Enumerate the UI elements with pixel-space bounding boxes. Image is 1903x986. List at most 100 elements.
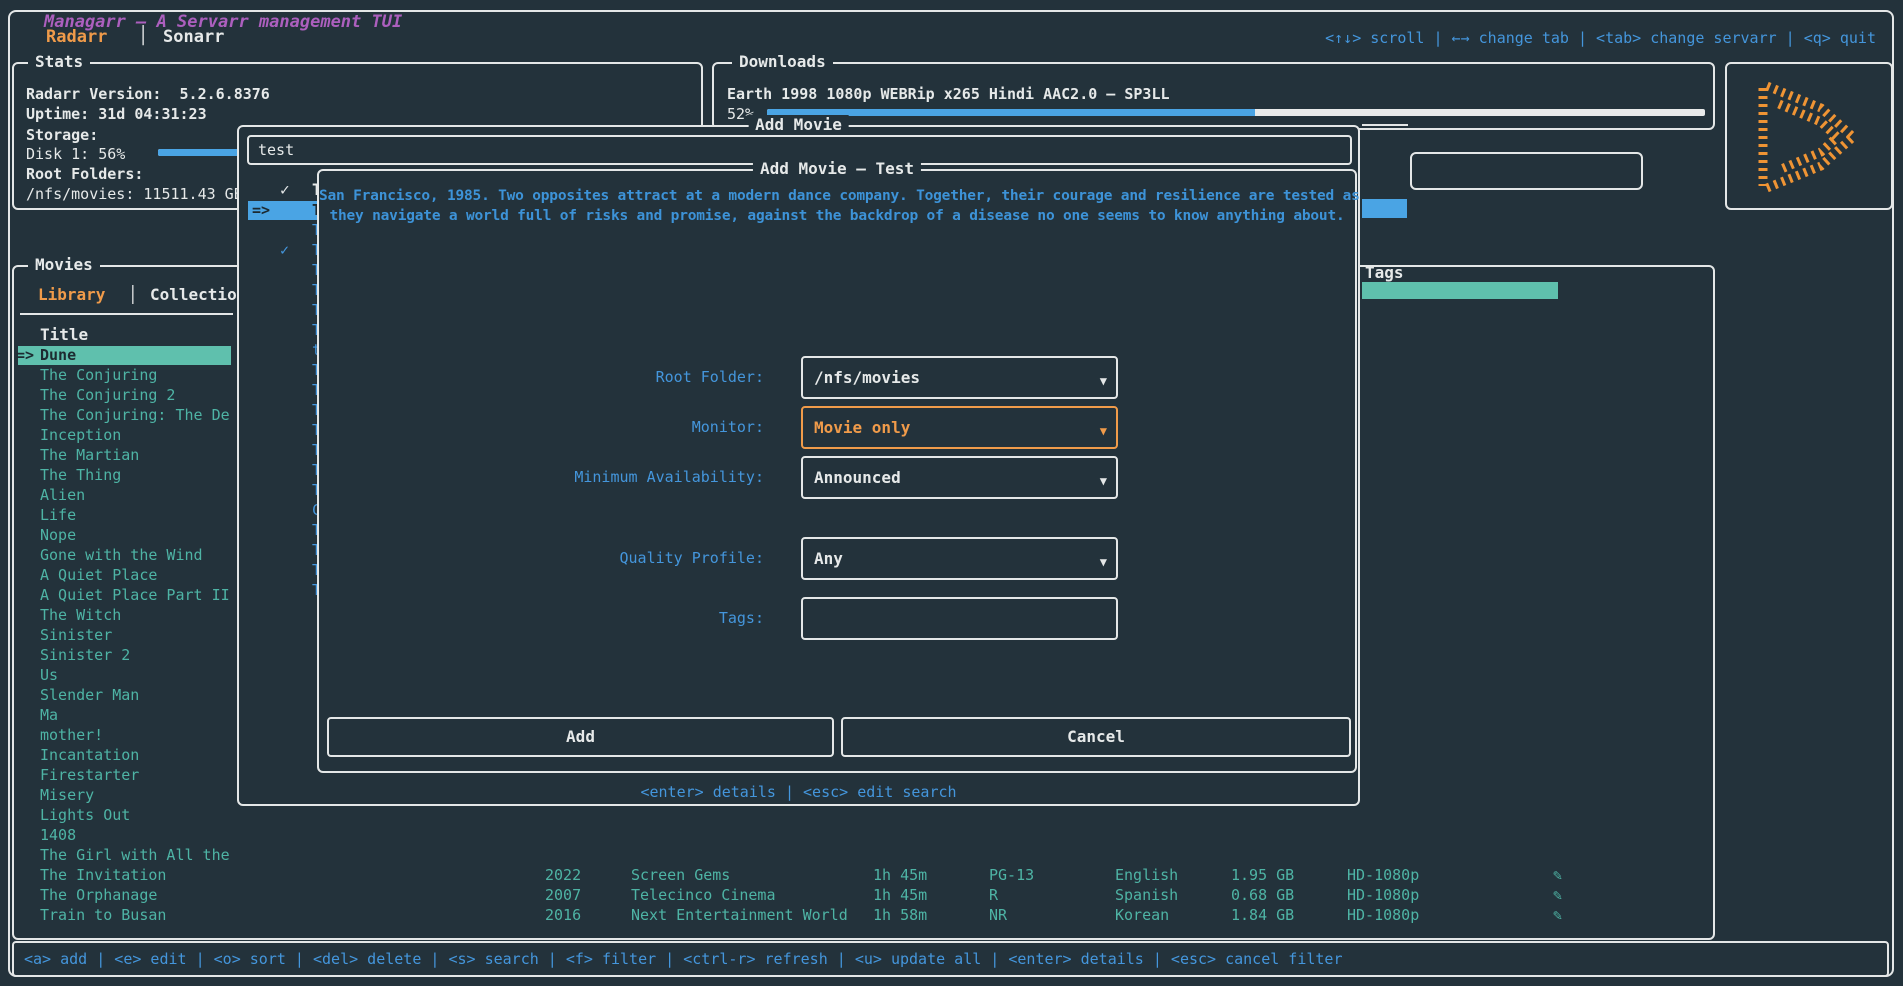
movie-row-title[interactable]: mother! bbox=[40, 725, 103, 745]
chevron-down-icon: ▼ bbox=[1100, 552, 1107, 572]
movie-row-size: 1.84 GB bbox=[1231, 905, 1294, 925]
download-progress-bar bbox=[767, 109, 1705, 116]
quality-profile-select[interactable]: Any ▼ bbox=[801, 537, 1118, 580]
movie-row-year: 2016 bbox=[545, 905, 581, 925]
check-icon: ✓ bbox=[280, 240, 289, 260]
results-check-header: ✓ bbox=[280, 180, 290, 200]
tab-radarr[interactable]: Radarr bbox=[46, 27, 107, 47]
tab-sonarr[interactable]: Sonarr bbox=[163, 27, 224, 47]
movie-row-title[interactable]: Incantation bbox=[40, 745, 139, 765]
movie-row-runtime: 1h 45m bbox=[873, 885, 927, 905]
tags-column-header: Tags bbox=[1365, 263, 1404, 283]
play-logo-icon bbox=[1749, 74, 1869, 200]
stats-disk-label: Disk 1: 56% bbox=[26, 144, 125, 164]
add-button[interactable]: Add bbox=[327, 717, 834, 757]
tags-input[interactable] bbox=[801, 597, 1118, 640]
download-item-name: Earth 1998 1080p WEBRip x265 Hindi AAC2.… bbox=[727, 84, 1170, 104]
movie-row-title[interactable]: 1408 bbox=[40, 825, 76, 845]
movie-row-runtime: 1h 45m bbox=[873, 865, 927, 885]
chevron-down-icon: ▼ bbox=[1100, 421, 1107, 441]
movie-row-title[interactable]: The Conjuring: The De bbox=[40, 405, 230, 425]
edit-pencil-icon[interactable]: ✎ bbox=[1553, 865, 1562, 885]
movie-row-title[interactable]: The Girl with All the bbox=[40, 845, 230, 865]
minimum-availability-label: Minimum Availability: bbox=[341, 467, 764, 487]
movie-row-title[interactable]: Inception bbox=[40, 425, 121, 445]
selected-movie-row-fragment bbox=[1362, 282, 1558, 299]
movie-row-title[interactable]: Sinister bbox=[40, 625, 112, 645]
top-keybind-help: <↑↓> scroll | ←→ change tab | <tab> chan… bbox=[1325, 28, 1876, 48]
quality-profile-value: Any bbox=[814, 549, 843, 569]
movies-title-header[interactable]: Title bbox=[40, 325, 88, 345]
quality-profile-label: Quality Profile: bbox=[341, 548, 764, 568]
monitor-value: Movie only bbox=[814, 418, 910, 438]
bottom-keybind-help: <a> add | <e> edit | <o> sort | <del> de… bbox=[24, 949, 1343, 969]
movie-row-title[interactable]: The Conjuring bbox=[40, 365, 157, 385]
movie-row-title[interactable]: Train to Busan bbox=[40, 905, 166, 925]
movie-row-title[interactable]: Ma bbox=[40, 705, 58, 725]
movie-row-title[interactable]: Alien bbox=[40, 485, 85, 505]
monitor-label: Monitor: bbox=[341, 417, 764, 437]
cancel-button[interactable]: Cancel bbox=[841, 717, 1351, 757]
movie-row-studio: Screen Gems bbox=[631, 865, 730, 885]
add-movie-hint: <enter> details | <esc> edit search bbox=[239, 782, 1358, 802]
movie-row-title[interactable]: The Conjuring 2 bbox=[40, 385, 175, 405]
movie-row-title[interactable]: A Quiet Place bbox=[40, 565, 157, 585]
movie-row-rating: R bbox=[989, 885, 998, 905]
edit-pencil-icon[interactable]: ✎ bbox=[1553, 885, 1562, 905]
movie-row-title[interactable]: Us bbox=[40, 665, 58, 685]
movie-row-year: 2007 bbox=[545, 885, 581, 905]
movie-row-language: Korean bbox=[1115, 905, 1169, 925]
movie-row-studio: Telecinco Cinema bbox=[631, 885, 776, 905]
movies-tab-separator-1: │ bbox=[128, 285, 138, 305]
downloads-panel: Downloads Earth 1998 1080p WEBRip x265 H… bbox=[712, 62, 1715, 130]
movie-row-title[interactable]: The Thing bbox=[40, 465, 121, 485]
minimum-availability-value: Announced bbox=[814, 468, 901, 488]
movie-row-title[interactable]: Dune bbox=[40, 345, 76, 365]
edit-pencil-icon[interactable]: ✎ bbox=[1553, 905, 1562, 925]
chevron-down-icon: ▼ bbox=[1100, 471, 1107, 491]
movie-row-runtime: 1h 58m bbox=[873, 905, 927, 925]
movies-panel-title: Movies bbox=[28, 255, 100, 275]
movie-row-quality: HD-1080p bbox=[1347, 885, 1419, 905]
movie-row-studio: Next Entertainment World bbox=[631, 905, 848, 925]
movie-row-title[interactable]: The Martian bbox=[40, 445, 139, 465]
movie-row-year: 2022 bbox=[545, 865, 581, 885]
minimum-availability-select[interactable]: Announced ▼ bbox=[801, 456, 1118, 499]
movie-row-language: English bbox=[1115, 865, 1178, 885]
movie-row-size: 1.95 GB bbox=[1231, 865, 1294, 885]
movie-row-title[interactable]: Sinister 2 bbox=[40, 645, 130, 665]
movie-row-title[interactable]: Misery bbox=[40, 785, 94, 805]
stats-rootfolders-label: Root Folders: bbox=[26, 164, 143, 184]
movie-row-title[interactable]: The Witch bbox=[40, 605, 121, 625]
stats-storage-label: Storage: bbox=[26, 125, 98, 145]
downloads-panel-title: Downloads bbox=[732, 52, 833, 72]
movie-description-line2: they navigate a world full of risks and … bbox=[319, 206, 1355, 226]
movie-row-size: 0.68 GB bbox=[1231, 885, 1294, 905]
movie-row-title[interactable]: Life bbox=[40, 505, 76, 525]
tab-library[interactable]: Library bbox=[38, 285, 105, 305]
root-folder-label: Root Folder: bbox=[341, 367, 764, 387]
root-folder-select[interactable]: /nfs/movies ▼ bbox=[801, 356, 1118, 399]
movie-row-title[interactable]: Lights Out bbox=[40, 805, 130, 825]
empty-box-fragment bbox=[1410, 152, 1643, 190]
movie-row-rating: PG-13 bbox=[989, 865, 1034, 885]
movie-row-title[interactable]: Firestarter bbox=[40, 765, 139, 785]
movie-row-title[interactable]: Gone with the Wind bbox=[40, 545, 203, 565]
movie-row-title[interactable]: Nope bbox=[40, 525, 76, 545]
monitor-select[interactable]: Movie only ▼ bbox=[801, 406, 1118, 449]
movie-row-rating: NR bbox=[989, 905, 1007, 925]
movies-tab-underline bbox=[20, 313, 233, 315]
movie-row-title[interactable]: A Quiet Place Part II bbox=[40, 585, 230, 605]
movie-row-title[interactable]: The Orphanage bbox=[40, 885, 157, 905]
tags-label: Tags: bbox=[341, 608, 764, 628]
tab-separator: │ bbox=[138, 26, 148, 46]
add-movie-popup-title: Add Movie bbox=[748, 115, 849, 135]
selected-result-row-fragment bbox=[1362, 199, 1407, 218]
movie-row-language: Spanish bbox=[1115, 885, 1178, 905]
add-movie-details-popup: Add Movie – Test San Francisco, 1985. Tw… bbox=[317, 169, 1357, 773]
movie-row-title[interactable]: Slender Man bbox=[40, 685, 139, 705]
movie-row-title[interactable]: The Invitation bbox=[40, 865, 166, 885]
movie-row-quality: HD-1080p bbox=[1347, 905, 1419, 925]
add-movie-popup: Add Movie test ✓ Title =>TestTest✓TestTe… bbox=[237, 125, 1360, 806]
stats-version: Radarr Version: 5.2.6.8376 bbox=[26, 84, 270, 104]
